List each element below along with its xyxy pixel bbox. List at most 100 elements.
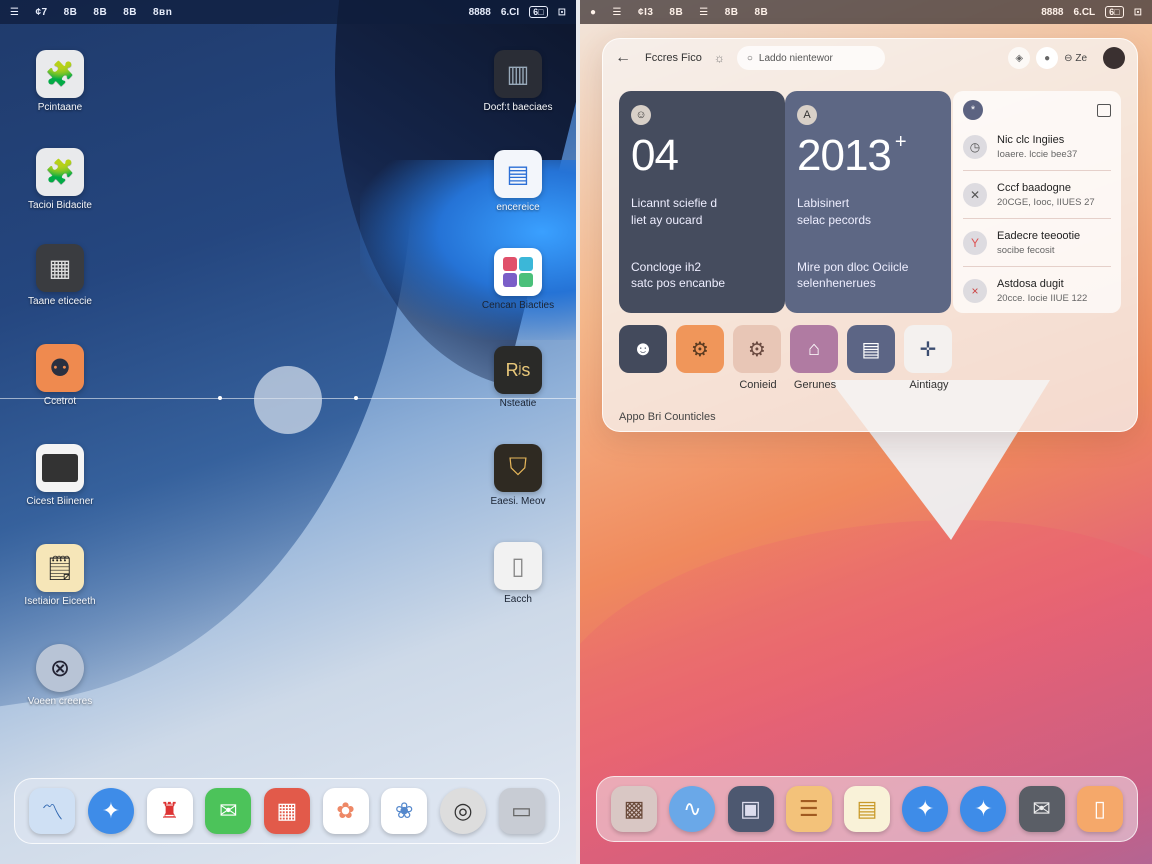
zoom-control[interactable]: ⊖ Ze [1064, 53, 1087, 64]
desktop-icon[interactable]: Cencan Biacties [458, 248, 576, 311]
apps-icon[interactable]: ▩ [611, 786, 658, 832]
tile-badge: A [797, 105, 817, 125]
status-item[interactable]: 8B [93, 7, 107, 18]
safari-icon[interactable]: ✦ [87, 788, 134, 834]
chart-icon[interactable]: 〽 [29, 788, 76, 834]
avatar[interactable] [1103, 47, 1125, 69]
desktop-icon[interactable]: ▤ encereice [458, 150, 576, 213]
status-item[interactable]: ¢I3 [638, 7, 653, 18]
status-item[interactable]: 8B [725, 7, 739, 18]
list-item-title: Nic clc Ingiies [997, 133, 1065, 146]
safari-icon[interactable]: ✦ [960, 786, 1007, 832]
status-signal: 6.CL [1073, 6, 1096, 18]
mail-icon[interactable]: ✉ [1018, 786, 1065, 832]
calc-icon[interactable]: ▣ [727, 786, 774, 832]
brightness-icon[interactable]: ☼ [714, 51, 725, 65]
app-label: Conieid [739, 379, 777, 391]
desktop-icon-label: Docf:t baeciaes [483, 102, 553, 113]
grid-toggle-icon[interactable]: ◈ [1008, 47, 1031, 69]
frame-icon: ⌂ [790, 325, 838, 373]
gears-icon: ⚙ [676, 325, 724, 373]
status-item[interactable]: ¢7 [35, 7, 47, 18]
drive-icon[interactable]: ▭ [498, 788, 545, 834]
star-icon[interactable]: ● [1036, 47, 1059, 69]
list-header: * [963, 97, 1111, 123]
stat-tile[interactable]: A 2013 + Labisinert selac pecords Mire po… [785, 91, 951, 313]
mario-icon[interactable]: ♜ [146, 788, 193, 834]
launcher-toolbar: ← Fccres Fico ☼ ○ Laddo nientewor ◈ ● ⊖ … [603, 41, 1137, 75]
app-tile[interactable]: ▤ [847, 325, 897, 391]
desktop-icon[interactable]: Cicest Biinener [0, 444, 120, 507]
calendar-icon[interactable]: ▦ [263, 788, 310, 834]
list-item-text: Astdosa dugit 20cce. Iocie IIUE 122 [997, 278, 1087, 304]
list-item-title: Cccf baadogne [997, 181, 1071, 194]
app-tile[interactable]: ⌂ Gerunes [790, 325, 840, 391]
status-item[interactable]: 8B [123, 7, 137, 18]
disc-icon[interactable]: ◎ [439, 788, 486, 834]
calculator-icon: ▦ [36, 244, 84, 292]
tile-subtitle-line: liet ay oucard [631, 213, 703, 227]
control-center-icon[interactable]: ⊡ [558, 7, 566, 18]
search-icon: ○ [746, 52, 753, 64]
app-tile[interactable]: ⚙ Conieid [733, 325, 783, 391]
photos-icon[interactable]: ✿ [322, 788, 369, 834]
grid-icon: ▥ [494, 50, 542, 98]
monitor-icon [36, 444, 84, 492]
desktop-icon[interactable]: ▯ Eacch [458, 542, 576, 605]
app-label: Aintiagy [909, 379, 949, 391]
status-item[interactable]: ☰ [699, 7, 708, 18]
desktop-icon[interactable]: ⛉ Eaesi. Meov [458, 444, 576, 507]
list-item-text: Nic clc Ingiies Ioaere. lccie bee37 [997, 134, 1077, 160]
apple-logo-icon[interactable] [254, 366, 322, 434]
stat-tile[interactable]: ☺ 04 Licannt sciefie d liet ay oucard Co… [619, 91, 785, 313]
desktop-icon[interactable]: ▦ Taane eticecie [0, 244, 120, 307]
status-item[interactable]: 8B [64, 7, 78, 18]
list-item[interactable]: Y Eadecre teeootie socibe fecosit [963, 219, 1111, 267]
puzzle-icon: 🧩 [36, 50, 84, 98]
status-item[interactable]: 8B [754, 7, 768, 18]
desktop-icon[interactable]: Rʲs Nsteatie [458, 346, 576, 409]
list-item[interactable]: ◷ Nic clc Ingiies Ioaere. lccie bee37 [963, 123, 1111, 171]
desktop-icon[interactable]: ▥ Docf:t baeciaes [458, 50, 576, 113]
app-tile[interactable]: ✛ Aintiagy [904, 325, 954, 391]
list-item[interactable]: × Astdosa dugit 20cce. Iocie IIUE 122 [963, 267, 1111, 315]
notes-icon[interactable]: ▤ [843, 786, 890, 832]
dock: ▩ ∿ ▣ ☰ ▤ ✦ ✦ ✉ ▯ [596, 776, 1138, 842]
desktop-icon[interactable]: 🗒 Isetiaior Eiceeth [0, 544, 120, 607]
phone-icon[interactable]: ▯ [1076, 786, 1123, 832]
status-item[interactable]: 8ʙn [153, 7, 172, 18]
search-input[interactable]: ○ Laddo nientewor [736, 46, 885, 70]
tile-value: 2013 [797, 131, 892, 180]
desktop-icon[interactable]: 🧩 Pcintaane [0, 50, 120, 113]
expand-icon[interactable] [1097, 103, 1111, 117]
messages-icon[interactable]: ✉ [205, 788, 252, 834]
desktop-icon-label: Voeen creeres [27, 696, 93, 707]
list-item-subtitle: socibe fecosit [997, 244, 1055, 256]
cross-icon: ✕ [963, 182, 987, 207]
rijs-icon: Rʲs [494, 346, 542, 394]
app-tile[interactable]: ⚙ [676, 325, 726, 391]
back-arrow-icon[interactable]: ← [615, 49, 631, 67]
wheel-icon: ⊗ [36, 644, 84, 692]
launcher-panel: ← Fccres Fico ☼ ○ Laddo nientewor ◈ ● ⊖ … [602, 38, 1138, 432]
menu-icon[interactable]: ☰ [613, 7, 622, 18]
list-item-subtitle: 20CGE, Iooc, IIUES 27 [997, 196, 1095, 208]
app-tile[interactable]: ☻ [619, 325, 669, 391]
status-signal: 6.CI [500, 6, 520, 18]
status-item[interactable]: 8B [669, 7, 683, 18]
list-item[interactable]: ✕ Cccf baadogne 20CGE, Iooc, IIUES 27 [963, 171, 1111, 219]
status-bar: ● ☰ ¢I3 8B ☰ 8B 8B 8888 6.CL 6□ ⊡ [580, 0, 1152, 24]
menu-icon[interactable]: ☰ [10, 7, 19, 18]
tile-footer-line: satc pos encanbe [631, 276, 726, 290]
control-center-icon[interactable]: ⊡ [1134, 7, 1142, 18]
list-icon[interactable]: ☰ [785, 786, 832, 832]
asterisk-icon[interactable]: * [963, 100, 983, 120]
list-item-title: Eadecre teeootie [997, 229, 1081, 242]
desktop-icon[interactable]: 🧩 Tacioi Bidacite [0, 148, 120, 211]
color-tiles-icon [494, 248, 542, 296]
safari-icon[interactable]: ✦ [902, 786, 949, 832]
tile-subtitle-line: Labisinert [797, 196, 850, 210]
photos-icon[interactable]: ❀ [381, 788, 428, 834]
wave-icon[interactable]: ∿ [669, 786, 716, 832]
desktop-icon[interactable]: ⊗ Voeen creeres [0, 644, 120, 707]
